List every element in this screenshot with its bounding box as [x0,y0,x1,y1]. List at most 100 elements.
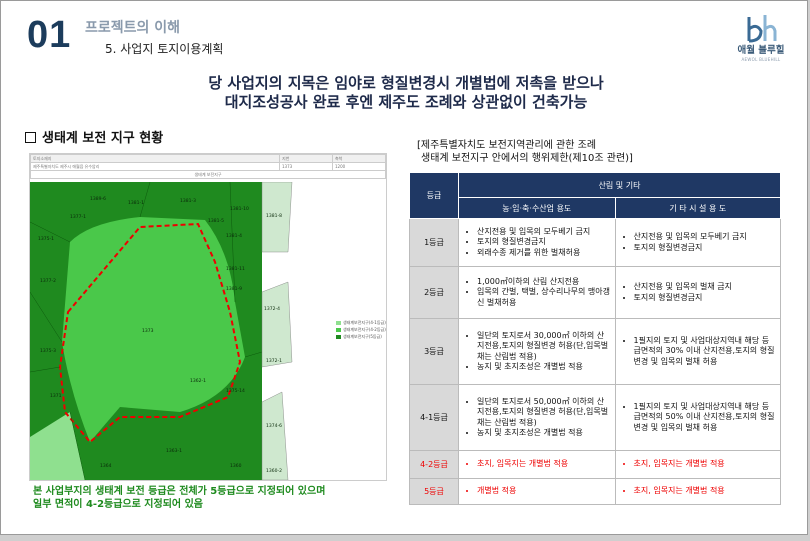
parcel-label: 1381-1 [128,200,144,206]
brand-logo: 애월 블루힐 AEWOL BLUEHILL [731,13,791,65]
rule-item: 1필지의 토지 및 사업대상지역내 해당 등급면적의 50% 이내 산지전용,토… [634,402,776,434]
rule-item: 토지의 형질변경금지 [634,243,776,254]
section-title: 프로젝트의 이해 [85,20,181,36]
rule-item: 입목의 간벌, 택벌, 상수리나무의 맹아갱신 벌채허용 [477,287,611,308]
regulation-title: [제주특별자치도 보전지역관리에 관한 조례 생태계 보전지구 안에서의 행위제… [417,140,633,164]
rule-item: 초지, 임목지는 개별법 적용 [477,459,611,470]
rule-item: 농지 및 초지조성은 개별법 적용 [477,428,611,439]
rule-item: 개별법 적용 [477,486,611,497]
rule-item: 토지의 형질변경금지 [634,293,776,304]
regulation-row: 1등급산지전용 및 입목의 모두베기 금지토지의 형질변경금지외래수종 제거를 … [409,218,782,267]
rule-cell: 일단의 토지로서 30,000㎡ 이하의 산지전용,토지의 형질변경 허용(단,… [458,318,616,385]
col-header-grade: 등급 [409,172,459,219]
legend-item: 생태계보전지구(5등급) [336,333,386,340]
logo-mark-icon [747,15,777,43]
legend-item: 생태계보전지구(4-1등급) [336,319,386,326]
map-caption-text: 본 사업부지의 생태계 보전 등급은 전체가 5등급으로 지정되어 있으며 일부… [33,486,326,510]
rule-cell: 1,000㎡이하의 산림 산지전용입목의 간벌, 택벌, 상수리나무의 맹아갱신… [458,266,616,319]
checkbox-icon [25,132,36,143]
map-info-table: 토지소재지 지번 축척 제주특별자치도 제주시 애월읍 유수암리 1373 12… [30,154,386,179]
rule-cell: 1필지의 토지 및 사업대상지역내 해당 등급면적의 30% 이내 산지전용,토… [614,318,782,385]
regulation-row: 4-1등급 일단의 토지로서 50,000㎡ 이하의 산지전용,토지의 형질변경 … [409,384,782,451]
logo-name: 애월 블루힐 [737,45,785,56]
parcel-label: 1363-1 [166,448,182,454]
rule-item: 외래수종 제거를 위한 벌채허용 [477,248,611,259]
grade-cell: 4-1등급 [409,384,459,451]
legend-swatch [336,335,341,339]
rule-item: 일단의 토지로서 30,000㎡ 이하의 산지전용,토지의 형질변경 허용(단,… [477,331,611,363]
map-table-cell: 제주특별자치도 제주시 애월읍 유수암리 [30,162,281,171]
col-header-2: 기 타 시 설 용 도 [614,197,782,219]
parcel-label: 1375-1 [38,236,54,242]
rule-cell: 산지전용 및 입목의 모두베기 금지토지의 형질변경금지외래수종 제거를 위한 … [458,218,616,267]
rule-item: 초지, 임목지는 개별법 적용 [634,459,776,470]
slide: 01 프로젝트의 이해 5. 사업지 토지이용계획 애월 블루힐 AEWOL B… [0,0,808,535]
logo-subtitle: AEWOL BLUEHILL [741,57,781,62]
parcel-label: 1374-6 [266,423,282,429]
grade-cell: 2등급 [409,266,459,319]
eco-map-title: 생태계 보전 지구 현황 [25,131,163,147]
rule-cell: 1필지의 토지 및 사업대상지역내 해당 등급면적의 50% 이내 산지전용,토… [614,384,782,451]
map-legend: 생태계보전지구(4-1등급) 생태계보전지구(4-2등급) 생태계보전지구(5등… [336,319,386,340]
grade-cell: 5등급 [409,478,459,505]
parcel-label: 1372-4 [264,306,280,312]
parcel-label: 1381-9 [226,286,242,292]
rule-item: 1,000㎡이하의 산림 산지전용 [477,277,611,288]
parcel-label: 1381-3 [180,198,196,204]
regulation-row: 5등급 개별법 적용 초지, 임목지는 개별법 적용 [409,478,782,505]
map-caption: 생태계 보전지구 [30,170,386,179]
parcel-label: 1371 [50,393,62,399]
col-header-group: 산림 및 기타 [458,172,781,198]
regulation-row: 2등급1,000㎡이하의 산림 산지전용입목의 간벌, 택벌, 상수리나무의 맹… [409,266,782,319]
headline-line-2: 대지조성공사 완료 후엔 제주도 조례와 상관없이 건축가능 [224,93,588,111]
parcel-label: 1381-10 [230,206,249,212]
legend-swatch [336,328,341,332]
rule-item: 일단의 토지로서 50,000㎡ 이하의 산지전용,토지의 형질변경 허용(단,… [477,397,611,429]
eco-zone-map: 1389-6 1381-1 1381-3 1377-1 1381-5 1381-… [30,182,386,480]
headline: 당 사업지의 지목은 임야로 형질변경시 개별법에 저촉을 받으나 대지조성공사… [1,74,807,112]
parcel-label: 1381-11 [226,266,245,272]
rule-item: 초지, 임목지는 개별법 적용 [634,486,776,497]
parcel-label: 1389-6 [90,196,106,202]
headline-line-1: 당 사업지의 지목은 임야로 형질변경시 개별법에 저촉을 받으나 [208,74,604,92]
rule-item: 산지전용 및 입목의 벌채 금지 [634,282,776,293]
eco-map-figure: 토지소재지 지번 축척 제주특별자치도 제주시 애월읍 유수암리 1373 12… [29,153,387,481]
rule-item: 농지 및 초지조성은 개별법 적용 [477,362,611,373]
map-table-cell: 1373 [279,162,333,171]
rule-cell: 산지전용 및 입목의 벌채 금지토지의 형질변경금지 [614,266,782,319]
rule-item: 산지전용 및 입목의 모두베기 금지 [477,227,611,238]
parcel-label: 1362-1 [190,378,206,384]
parcel-label: 1381-8 [266,213,282,219]
regulation-body: 1등급산지전용 및 입목의 모두베기 금지토지의 형질변경금지외래수종 제거를 … [409,218,782,505]
parcel-label: 1381-4 [226,233,242,239]
parcel-label: 1377-2 [40,278,56,284]
legend-swatch [336,321,341,325]
parcel-label: 1377-1 [70,214,86,220]
parcel-label: 1375-3 [40,348,56,354]
parcel-label: 1373 [142,328,154,334]
rule-cell: 산지전용 및 입목의 모두베기 금지토지의 형질변경금지 [614,218,782,267]
rule-cell: 개별법 적용 [458,478,616,505]
rule-cell: 초지, 임목지는 개별법 적용 [614,478,782,505]
map-table-cell: 1200 [332,162,386,171]
grade-cell: 3등급 [409,318,459,385]
parcel-label: 1375-14 [226,388,245,394]
parcel-label: 1360-2 [266,468,282,474]
section-number: 01 [27,14,72,56]
rule-item: 토지의 형질변경금지 [477,237,611,248]
parcel-label: 1364 [100,463,112,469]
grade-cell: 1등급 [409,218,459,267]
rule-cell: 일단의 토지로서 50,000㎡ 이하의 산지전용,토지의 형질변경 허용(단,… [458,384,616,451]
parcel-label: 1381-5 [208,218,224,224]
parcel-label: 1360 [230,463,242,469]
map-table-header: 지번 [279,154,333,163]
rule-item: 1필지의 토지 및 사업대상지역내 해당 등급면적의 30% 이내 산지전용,토… [634,336,776,368]
regulation-row: 4-2등급 초지, 임목지는 개별법 적용 초지, 임목지는 개별법 적용 [409,450,782,479]
legend-item: 생태계보전지구(4-2등급) [336,326,386,333]
regulation-table: 등급 산림 및 기타 농·임·축·수산업 용도 기 타 시 설 용 도 1등급산… [409,172,782,505]
map-table-header: 토지소재지 [30,154,281,163]
rule-item: 산지전용 및 입목의 모두베기 금지 [634,232,776,243]
map-table-header: 축척 [332,154,386,163]
col-header-1: 농·임·축·수산업 용도 [458,197,616,219]
rule-cell: 초지, 임목지는 개별법 적용 [614,450,782,479]
